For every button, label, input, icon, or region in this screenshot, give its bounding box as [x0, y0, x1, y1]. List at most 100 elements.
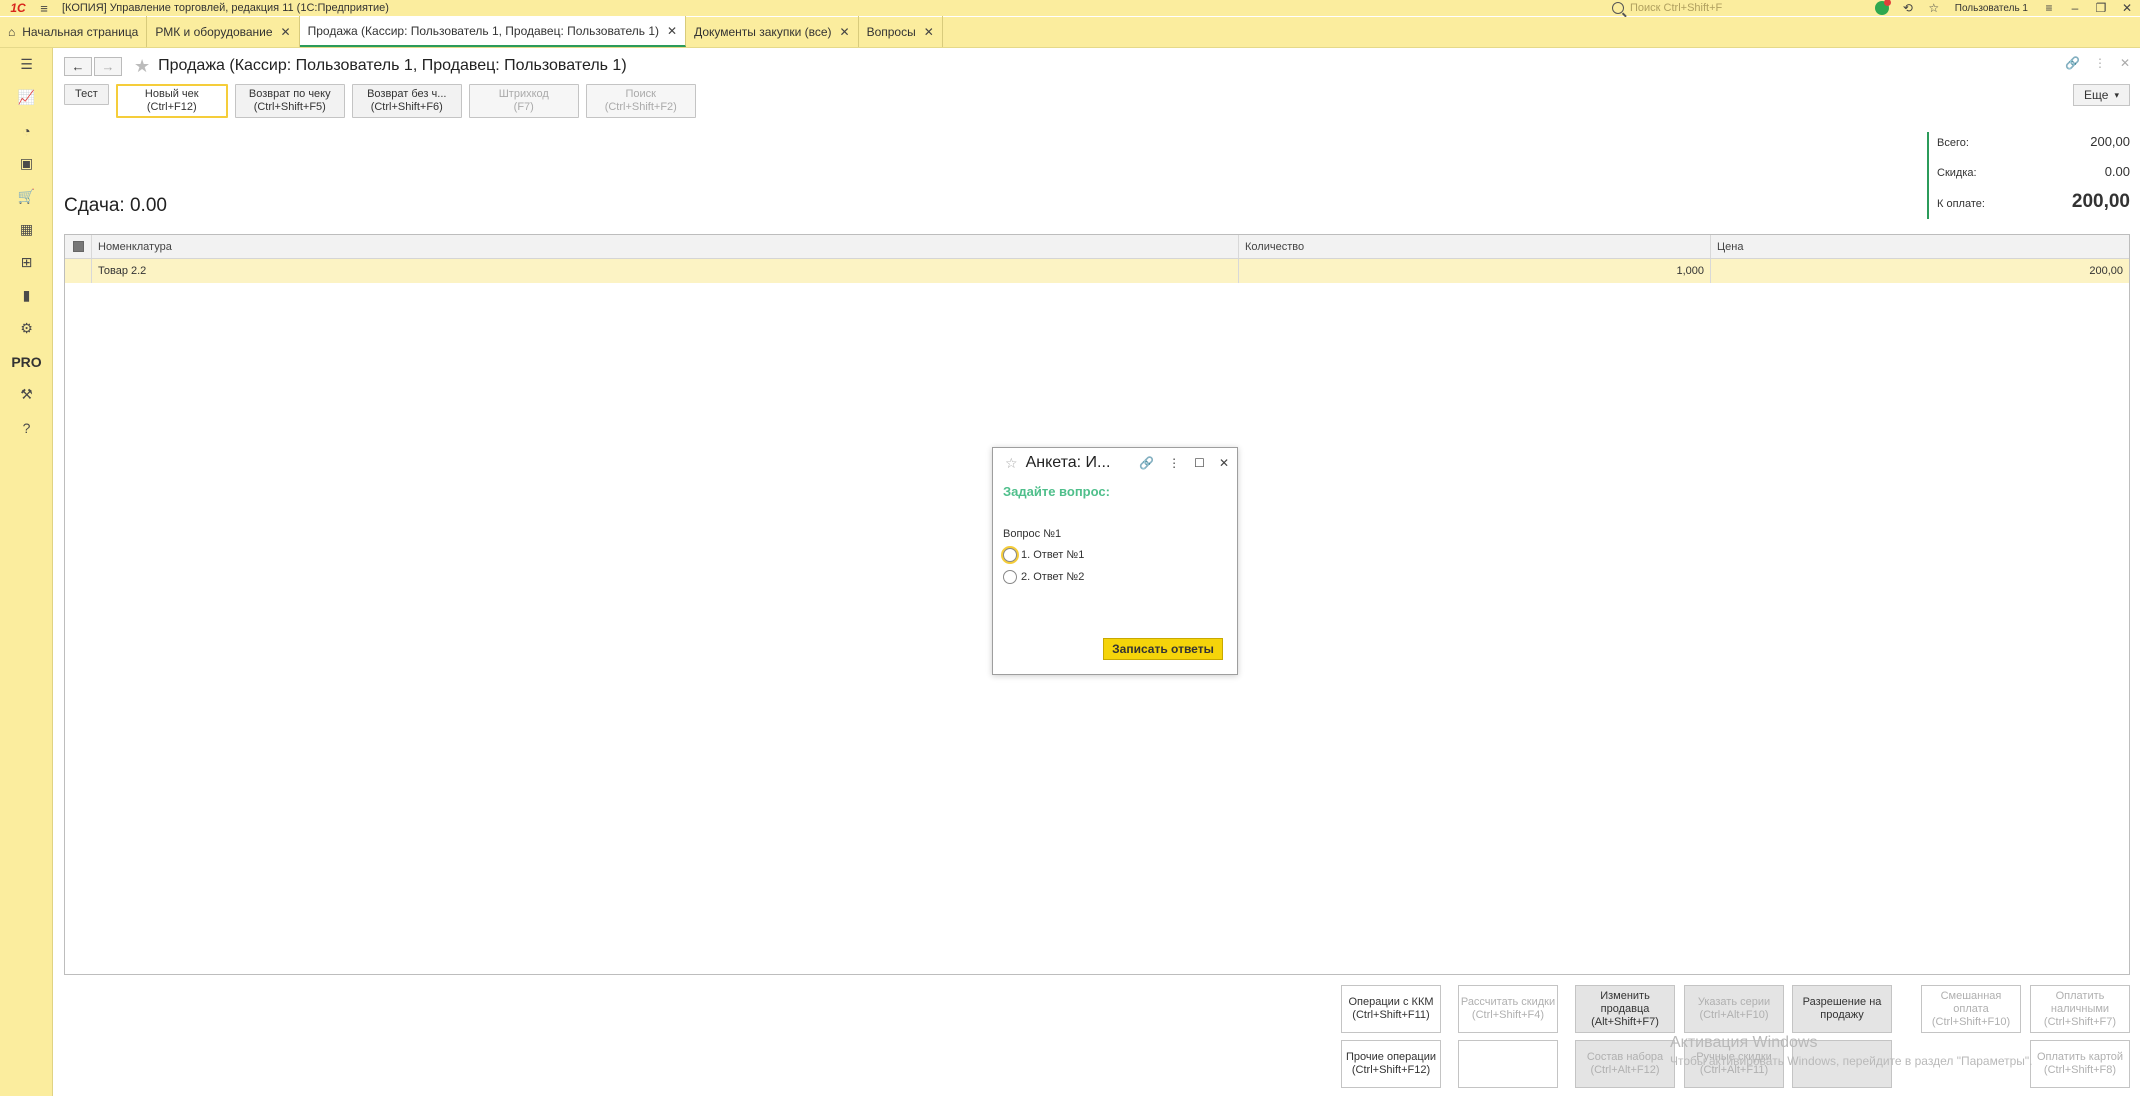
answer-label: 2. Ответ №2	[1021, 571, 1085, 583]
table-row[interactable]: Товар 2.2 1,000 200,00	[65, 259, 2129, 283]
pay-cash-button[interactable]: Оплатить наличными (Ctrl+Shift+F7)	[2030, 985, 2130, 1033]
back-button[interactable]: ←	[64, 56, 92, 76]
answer-option-1[interactable]: 1. Ответ №1	[1003, 548, 1084, 562]
sale-permission-button[interactable]: Разрешение на продажу	[1792, 985, 1892, 1033]
tab-rmk[interactable]: РМК и оборудование ✕	[147, 16, 300, 47]
favorite-star-icon[interactable]: ☆	[1005, 455, 1018, 472]
to-pay-value: 200,00	[2071, 191, 2130, 212]
table-settings-icon[interactable]	[65, 235, 92, 258]
cart-icon[interactable]: 🛒	[0, 180, 53, 213]
change-seller-button[interactable]: Изменить продавца (Alt+Shift+F7)	[1575, 985, 1675, 1033]
discount-value: 0.00	[2104, 164, 2130, 179]
current-user[interactable]: Пользователь 1	[1955, 3, 2028, 14]
grid-icon[interactable]: ▦	[0, 213, 53, 246]
bag-icon[interactable]: ▣	[0, 147, 53, 180]
tools-icon[interactable]: ⚒	[0, 378, 53, 411]
totals-panel: Всего: 200,00 Скидка: 0.00 К оплате: 200…	[1927, 132, 2130, 219]
cell-name[interactable]: Товар 2.2	[92, 259, 1239, 283]
cell-qty[interactable]: 1,000	[1239, 259, 1711, 283]
tab-home[interactable]: ⌂ Начальная страница	[0, 16, 148, 47]
total-label: Всего:	[1937, 137, 1969, 149]
sidebar-item-pro[interactable]: PRO	[0, 345, 53, 378]
menu-icon[interactable]: ☰	[0, 48, 53, 81]
app-logo: 1С	[10, 1, 26, 15]
search-button[interactable]: Поиск (Ctrl+Shift+F2)	[585, 84, 696, 118]
pay-card-button[interactable]: Оплатить картой (Ctrl+Shift+F8)	[2030, 1040, 2130, 1088]
forward-button[interactable]: →	[94, 56, 122, 76]
close-icon[interactable]: ✕	[1219, 456, 1229, 470]
table-header: Номенклатура Количество Цена	[65, 235, 2129, 259]
button-label: Возврат без ч...	[367, 88, 447, 100]
cell-price[interactable]: 200,00	[1711, 259, 2129, 283]
watermark-text: Чтобы активировать Windows, перейдите в …	[1670, 1054, 2033, 1068]
main-menu-icon[interactable]: ≡	[36, 0, 52, 16]
chevron-down-icon: ▾	[2114, 89, 2119, 100]
save-answers-button[interactable]: Записать ответы	[1103, 638, 1223, 660]
column-header-name[interactable]: Номенклатура	[92, 235, 1239, 258]
link-icon[interactable]: 🔗	[2065, 56, 2080, 70]
pie-chart-icon[interactable]: ◔	[0, 114, 53, 147]
column-header-price[interactable]: Цена	[1711, 235, 2129, 258]
home-icon: ⌂	[8, 24, 16, 39]
button-shortcut: (Ctrl+Shift+F5)	[253, 101, 326, 113]
help-icon[interactable]: ?	[0, 411, 53, 444]
search-input[interactable]: Поиск Ctrl+Shift+F	[1630, 2, 1722, 14]
gear-icon[interactable]: ⚙	[0, 312, 53, 345]
settings-menu-icon[interactable]: ≡	[2036, 0, 2062, 16]
other-operations-button[interactable]: Прочие операции (Ctrl+Shift+F12)	[1341, 1040, 1441, 1088]
row-marker	[65, 259, 92, 283]
tab-questions[interactable]: Вопросы ✕	[859, 16, 943, 47]
radio-button[interactable]	[1003, 548, 1017, 562]
kkm-operations-button[interactable]: Операции с ККМ (Ctrl+Shift+F11)	[1341, 985, 1441, 1033]
chart-line-icon[interactable]: 📈	[0, 81, 53, 114]
tab-label: РМК и оборудование	[155, 24, 273, 39]
answer-option-2[interactable]: 2. Ответ №2	[1003, 570, 1084, 584]
document-header: ← → ★ Продажа (Кассир: Пользователь 1, П…	[64, 56, 627, 76]
global-search[interactable]: Поиск Ctrl+Shift+F	[1612, 1, 1852, 15]
new-check-button[interactable]: Новый чек (Ctrl+F12)	[115, 84, 228, 118]
close-icon[interactable]: ✕	[2120, 56, 2130, 70]
more-vert-icon[interactable]: ⋮	[1168, 456, 1180, 470]
link-icon[interactable]: 🔗	[1139, 456, 1154, 470]
button-shortcut: (Ctrl+F12)	[146, 101, 197, 113]
sidebar: ☰ 📈 ◔ ▣ 🛒 ▦ ⊞ ▮ ⚙ PRO ⚒ ?	[0, 48, 53, 1096]
answer-label: 1. Ответ №1	[1021, 549, 1085, 561]
kit-composition-button[interactable]: Состав набора (Ctrl+Alt+F12)	[1575, 1040, 1675, 1088]
empty-button[interactable]	[1458, 1040, 1558, 1088]
close-icon[interactable]: ✕	[840, 25, 850, 39]
notifications-icon[interactable]	[1869, 0, 1895, 16]
watermark-title: Активация Windows	[1670, 1034, 1818, 1051]
minimize-icon[interactable]: –	[2062, 0, 2088, 16]
restore-icon[interactable]: ❐	[2088, 0, 2114, 16]
tab-purchase-docs[interactable]: Документы закупки (все) ✕	[686, 16, 859, 47]
tab-sale[interactable]: Продажа (Кассир: Пользователь 1, Продаве…	[299, 16, 687, 47]
windows-activation-watermark: Активация Windows Чтобы активировать Win…	[1670, 1034, 2033, 1068]
close-icon[interactable]: ✕	[281, 25, 291, 39]
tabs-bar: ⌂ Начальная страница РМК и оборудование …	[0, 16, 2140, 48]
favorite-star-icon[interactable]: ★	[134, 56, 150, 77]
set-series-button[interactable]: Указать серии (Ctrl+Alt+F10)	[1684, 985, 1784, 1033]
return-by-check-button[interactable]: Возврат по чеку (Ctrl+Shift+F5)	[234, 84, 345, 118]
calc-discounts-button[interactable]: Рассчитать скидки (Ctrl+Shift+F4)	[1458, 985, 1558, 1033]
close-window-icon[interactable]: ✕	[2114, 0, 2140, 16]
favorites-icon[interactable]: ☆	[1921, 0, 1947, 16]
more-button[interactable]: Еще ▾	[2073, 84, 2130, 106]
search-icon	[1612, 2, 1624, 14]
more-vert-icon[interactable]: ⋮	[2094, 56, 2106, 70]
maximize-icon[interactable]: ☐	[1194, 456, 1205, 470]
barcode-button[interactable]: Штрихкод (F7)	[468, 84, 579, 118]
bar-chart-icon[interactable]: ▮	[0, 279, 53, 312]
mixed-payment-button[interactable]: Смешанная оплата (Ctrl+Shift+F10)	[1921, 985, 2021, 1033]
close-icon[interactable]: ✕	[667, 24, 677, 38]
history-icon[interactable]: ⟲	[1895, 0, 1921, 16]
test-button[interactable]: Тест	[64, 84, 109, 105]
stamp-icon[interactable]: ⊞	[0, 246, 53, 279]
button-label: Возврат по чеку	[248, 88, 331, 100]
return-without-check-button[interactable]: Возврат без ч... (Ctrl+Shift+F6)	[351, 84, 462, 118]
app-title: [КОПИЯ] Управление торговлей, редакция 1…	[62, 2, 389, 14]
close-icon[interactable]: ✕	[924, 25, 934, 39]
radio-button[interactable]	[1003, 570, 1017, 584]
button-label: Новый чек	[144, 88, 199, 100]
tab-label: Начальная страница	[22, 24, 139, 39]
column-header-qty[interactable]: Количество	[1239, 235, 1711, 258]
